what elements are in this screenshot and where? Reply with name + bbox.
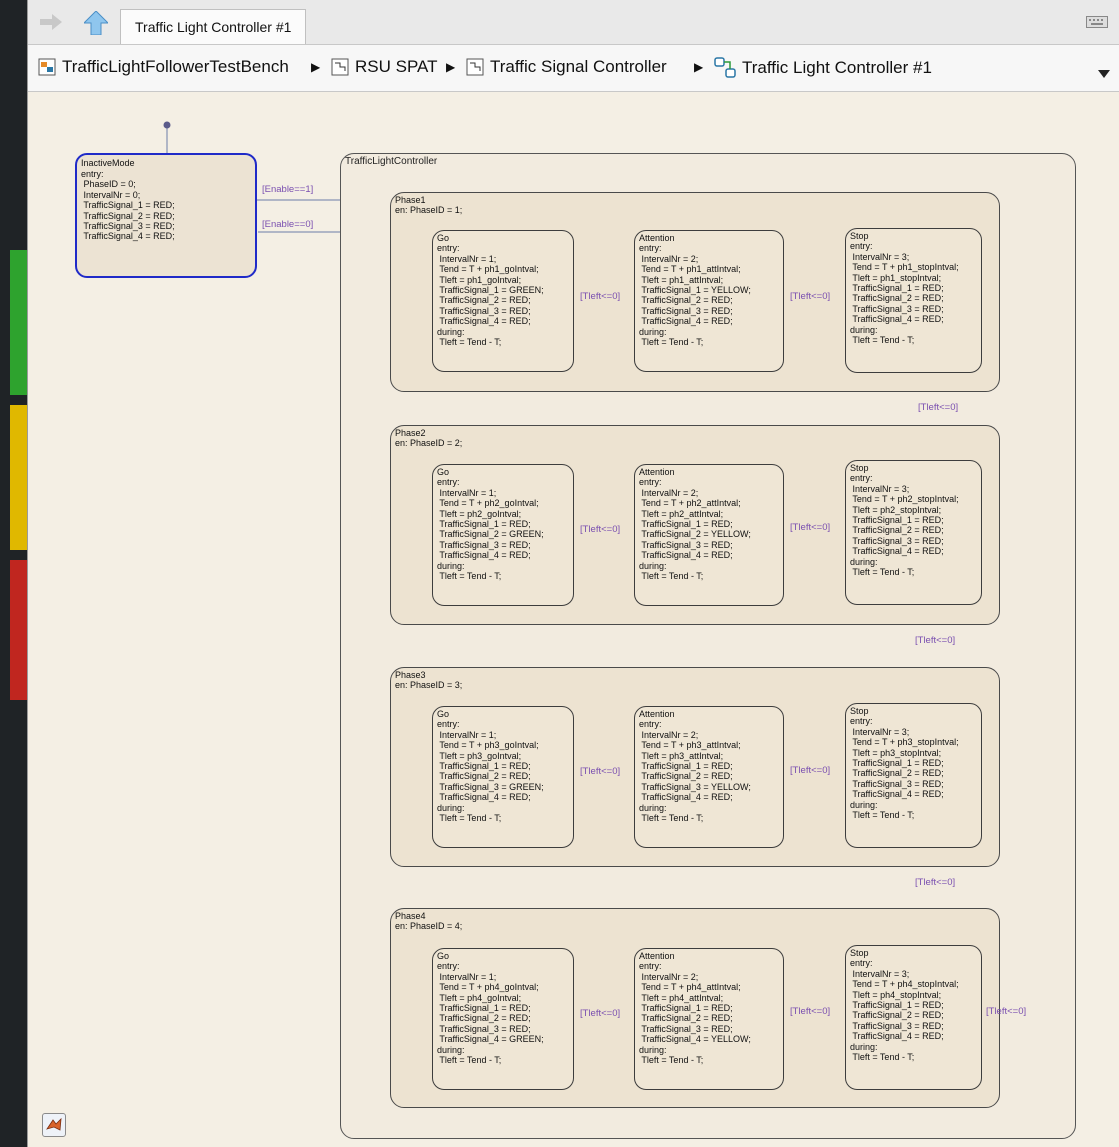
breadcrumb-separator-icon: ▶ (694, 60, 704, 74)
stateflow-chart-icon (714, 57, 736, 78)
breadcrumb-label: TrafficLightFollowerTestBench (62, 57, 289, 76)
state-phase3-attention-actions: Attention entry: IntervalNr = 2; Tend = … (639, 709, 751, 824)
state-traffic-light-controller-title: TrafficLightController (345, 156, 438, 167)
state-phase2-attention[interactable]: Attention entry: IntervalNr = 2; Tend = … (634, 464, 784, 606)
state-inactive-mode-title: InactiveMode (81, 158, 135, 168)
state-phase2-stop-actions: Stop entry: IntervalNr = 3; Tend = T + p… (850, 463, 959, 578)
tab-bar: Traffic Light Controller #1 (28, 0, 1119, 45)
state-phase2-title: Phase2 en: PhaseID = 2; (395, 428, 463, 449)
state-phase3-go-actions: Go entry: IntervalNr = 1; Tend = T + ph3… (437, 709, 544, 824)
state-phase3-attention[interactable]: Attention entry: IntervalNr = 2; Tend = … (634, 706, 784, 848)
transition-label-tleft[interactable]: [Tleft<=0] (790, 291, 830, 302)
state-phase1-go-actions: Go entry: IntervalNr = 1; Tend = T + ph1… (437, 233, 544, 348)
state-phase1-stop[interactable]: Stop entry: IntervalNr = 3; Tend = T + p… (845, 228, 982, 373)
state-phase2-go[interactable]: Go entry: IntervalNr = 1; Tend = T + ph2… (432, 464, 574, 606)
state-phase4-go[interactable]: Go entry: IntervalNr = 1; Tend = T + ph4… (432, 948, 574, 1090)
subsystem-icon (331, 58, 349, 76)
state-phase4-title: Phase4 en: PhaseID = 4; (395, 911, 463, 932)
breadcrumb: TrafficLightFollowerTestBench ▶ RSU SPAT… (28, 45, 1119, 92)
state-phase4-stop[interactable]: Stop entry: IntervalNr = 3; Tend = T + p… (845, 945, 982, 1090)
subsystem-icon (466, 58, 484, 76)
breadcrumb-separator-icon: ▶ (311, 60, 321, 74)
state-phase1-title: Phase1 en: PhaseID = 1; (395, 195, 463, 216)
breadcrumb-label: Traffic Signal Controller (490, 57, 667, 76)
state-phase1-go[interactable]: Go entry: IntervalNr = 1; Tend = T + ph1… (432, 230, 574, 372)
state-phase2-stop[interactable]: Stop entry: IntervalNr = 3; Tend = T + p… (845, 460, 982, 605)
subsystem-icon (38, 58, 56, 76)
transition-label-enable-on[interactable]: [Enable==1] (262, 184, 313, 195)
breadcrumb-label: RSU SPAT (355, 57, 438, 76)
state-phase4-go-actions: Go entry: IntervalNr = 1; Tend = T + ph4… (437, 951, 544, 1066)
transition-label-tleft[interactable]: [Tleft<=0] (915, 877, 955, 888)
matlab-icon[interactable] (42, 1113, 66, 1137)
breadcrumb-separator-icon: ▶ (446, 60, 456, 74)
chart-canvas[interactable]: InactiveMode entry: PhaseID = 0; Interva… (28, 92, 1119, 1147)
tab-traffic-light-controller[interactable]: Traffic Light Controller #1 (120, 9, 307, 44)
state-phase3-stop-actions: Stop entry: IntervalNr = 3; Tend = T + p… (850, 706, 959, 821)
state-phase2-go-actions: Go entry: IntervalNr = 1; Tend = T + ph2… (437, 467, 544, 582)
transition-label-tleft[interactable]: [Tleft<=0] (580, 1008, 620, 1019)
transition-label-tleft[interactable]: [Tleft<=0] (915, 635, 955, 646)
keyboard-icon[interactable] (1086, 16, 1108, 28)
state-phase4-attention[interactable]: Attention entry: IntervalNr = 2; Tend = … (634, 948, 784, 1090)
green-bar (10, 250, 27, 395)
transition-label-enable-off[interactable]: [Enable==0] (262, 219, 313, 230)
state-phase3-title: Phase3 en: PhaseID = 3; (395, 670, 463, 691)
state-inactive-mode[interactable]: InactiveMode entry: PhaseID = 0; Interva… (75, 153, 257, 278)
dropdown-icon[interactable] (1098, 63, 1110, 83)
transition-label-tleft[interactable]: [Tleft<=0] (790, 522, 830, 533)
state-phase1-stop-actions: Stop entry: IntervalNr = 3; Tend = T + p… (850, 231, 959, 346)
breadcrumb-label: Traffic Light Controller #1 (742, 58, 932, 77)
up-arrow-icon[interactable] (84, 11, 108, 35)
state-phase4-stop-actions: Stop entry: IntervalNr = 3; Tend = T + p… (850, 948, 959, 1063)
state-phase3-go[interactable]: Go entry: IntervalNr = 1; Tend = T + ph3… (432, 706, 574, 848)
state-phase1-attention[interactable]: Attention entry: IntervalNr = 2; Tend = … (634, 230, 784, 372)
breadcrumb-item-traffic-light-controller[interactable]: Traffic Light Controller #1 (714, 57, 932, 79)
transition-label-tleft[interactable]: [Tleft<=0] (580, 524, 620, 535)
back-arrow-icon[interactable] (40, 14, 62, 30)
state-inactive-mode-actions: entry: PhaseID = 0; IntervalNr = 0; Traf… (81, 169, 175, 242)
stateflow-editor-window: Traffic Light Controller #1 TrafficLight… (27, 0, 1119, 1147)
breadcrumb-item-testbench[interactable]: TrafficLightFollowerTestBench (38, 57, 289, 77)
state-phase2-attention-actions: Attention entry: IntervalNr = 2; Tend = … (639, 467, 751, 582)
breadcrumb-item-rsu-spat[interactable]: RSU SPAT (331, 57, 438, 77)
transition-label-tleft[interactable]: [Tleft<=0] (580, 766, 620, 777)
state-phase4-attention-actions: Attention entry: IntervalNr = 2; Tend = … (639, 951, 751, 1066)
background-window-strip (0, 0, 27, 1147)
yellow-bar (10, 405, 27, 550)
state-phase1-attention-actions: Attention entry: IntervalNr = 2; Tend = … (639, 233, 751, 348)
transition-label-tleft[interactable]: [Tleft<=0] (986, 1006, 1026, 1017)
transition-label-tleft[interactable]: [Tleft<=0] (580, 291, 620, 302)
transition-label-tleft[interactable]: [Tleft<=0] (790, 765, 830, 776)
red-bar (10, 560, 27, 700)
transition-label-tleft[interactable]: [Tleft<=0] (918, 402, 958, 413)
state-phase3-stop[interactable]: Stop entry: IntervalNr = 3; Tend = T + p… (845, 703, 982, 848)
transition-label-tleft[interactable]: [Tleft<=0] (790, 1006, 830, 1017)
breadcrumb-item-signal-controller[interactable]: Traffic Signal Controller (466, 57, 667, 77)
